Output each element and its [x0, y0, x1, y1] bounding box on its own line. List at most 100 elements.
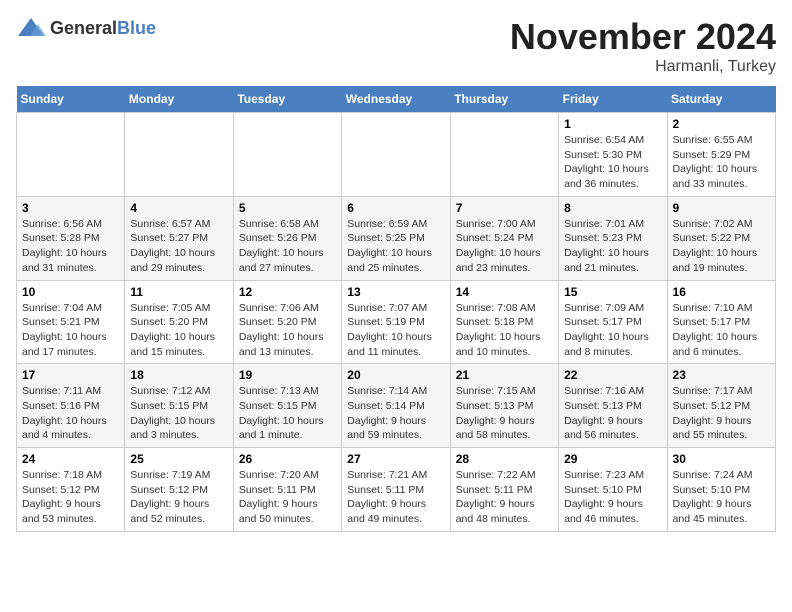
day-number: 30 [673, 452, 770, 466]
day-info: Sunrise: 7:15 AMSunset: 5:13 PMDaylight:… [456, 384, 553, 443]
day-number: 5 [239, 201, 336, 215]
day-cell: 5 Sunrise: 6:58 AMSunset: 5:26 PMDaylight… [233, 196, 341, 280]
day-cell: 3Sunrise: 6:56 AMSunset: 5:28 PMDaylight… [17, 196, 125, 280]
weekday-header-tuesday: Tuesday [233, 86, 341, 113]
day-cell: 20Sunrise: 7:14 AMSunset: 5:14 PMDayligh… [342, 364, 450, 448]
day-number: 29 [564, 452, 661, 466]
week-row-3: 10 Sunrise: 7:04 AMSunset: 5:21 PMDayligh… [17, 280, 776, 364]
day-number: 8 [564, 201, 661, 215]
day-info: Sunrise: 6:59 AMSunset: 5:25 PMDaylight:… [347, 217, 444, 276]
day-cell [342, 113, 450, 197]
day-cell: 8 Sunrise: 7:01 AMSunset: 5:23 PMDaylight… [559, 196, 667, 280]
day-cell: 30 Sunrise: 7:24 AMSunset: 5:10 PMDayligh… [667, 448, 775, 532]
day-cell: 15 Sunrise: 7:09 AMSunset: 5:17 PMDayligh… [559, 280, 667, 364]
day-info: Sunrise: 7:10 AMSunset: 5:17 PMDaylight:… [673, 301, 770, 360]
day-info: Sunrise: 7:14 AMSunset: 5:14 PMDaylight:… [347, 384, 444, 443]
day-info: Sunrise: 7:11 AMSunset: 5:16 PMDaylight:… [22, 384, 119, 443]
day-info: Sunrise: 7:19 AMSunset: 5:12 PMDaylight:… [130, 468, 227, 527]
day-cell: 19 Sunrise: 7:13 AMSunset: 5:15 PMDayligh… [233, 364, 341, 448]
day-info: Sunrise: 7:22 AMSunset: 5:11 PMDaylight:… [456, 468, 553, 527]
day-cell: 14 Sunrise: 7:08 AMSunset: 5:18 PMDayligh… [450, 280, 558, 364]
day-number: 10 [22, 285, 119, 299]
day-cell: 6 Sunrise: 6:59 AMSunset: 5:25 PMDaylight… [342, 196, 450, 280]
weekday-header-row: SundayMondayTuesdayWednesdayThursdayFrid… [17, 86, 776, 113]
day-cell: 29Sunrise: 7:23 AMSunset: 5:10 PMDayligh… [559, 448, 667, 532]
day-number: 28 [456, 452, 553, 466]
day-number: 19 [239, 368, 336, 382]
day-cell: 9 Sunrise: 7:02 AMSunset: 5:22 PMDaylight… [667, 196, 775, 280]
day-cell: 13Sunrise: 7:07 AMSunset: 5:19 PMDayligh… [342, 280, 450, 364]
logo: GeneralBlue [16, 16, 156, 40]
day-cell: 25Sunrise: 7:19 AMSunset: 5:12 PMDayligh… [125, 448, 233, 532]
day-number: 21 [456, 368, 553, 382]
location-title: Harmanli, Turkey [510, 58, 776, 76]
day-info: Sunrise: 7:09 AMSunset: 5:17 PMDaylight:… [564, 301, 661, 360]
day-info: Sunrise: 7:20 AMSunset: 5:11 PMDaylight:… [239, 468, 336, 527]
day-info: Sunrise: 7:08 AMSunset: 5:18 PMDaylight:… [456, 301, 553, 360]
day-info: Sunrise: 7:02 AMSunset: 5:22 PMDaylight:… [673, 217, 770, 276]
day-cell: 11Sunrise: 7:05 AMSunset: 5:20 PMDayligh… [125, 280, 233, 364]
day-cell: 16 Sunrise: 7:10 AMSunset: 5:17 PMDayligh… [667, 280, 775, 364]
day-cell: 18Sunrise: 7:12 AMSunset: 5:15 PMDayligh… [125, 364, 233, 448]
month-title: November 2024 [510, 16, 776, 58]
day-number: 2 [673, 117, 770, 131]
day-info: Sunrise: 7:17 AMSunset: 5:12 PMDaylight:… [673, 384, 770, 443]
day-info: Sunrise: 7:12 AMSunset: 5:15 PMDaylight:… [130, 384, 227, 443]
day-cell: 1 Sunrise: 6:54 AMSunset: 5:30 PMDaylight… [559, 113, 667, 197]
header: GeneralBlue November 2024 Harmanli, Turk… [16, 16, 776, 76]
day-info: Sunrise: 6:55 AMSunset: 5:29 PMDaylight:… [673, 133, 770, 192]
day-number: 1 [564, 117, 661, 131]
logo-general: GeneralBlue [50, 18, 156, 39]
weekday-header-monday: Monday [125, 86, 233, 113]
day-cell: 10 Sunrise: 7:04 AMSunset: 5:21 PMDayligh… [17, 280, 125, 364]
calendar-table: SundayMondayTuesdayWednesdayThursdayFrid… [16, 86, 776, 532]
day-info: Sunrise: 7:16 AMSunset: 5:13 PMDaylight:… [564, 384, 661, 443]
week-row-2: 3Sunrise: 6:56 AMSunset: 5:28 PMDaylight… [17, 196, 776, 280]
day-info: Sunrise: 7:01 AMSunset: 5:23 PMDaylight:… [564, 217, 661, 276]
week-row-1: 1 Sunrise: 6:54 AMSunset: 5:30 PMDaylight… [17, 113, 776, 197]
day-info: Sunrise: 7:04 AMSunset: 5:21 PMDaylight:… [22, 301, 119, 360]
day-cell [233, 113, 341, 197]
day-number: 13 [347, 285, 444, 299]
day-number: 17 [22, 368, 119, 382]
weekday-header-thursday: Thursday [450, 86, 558, 113]
day-number: 7 [456, 201, 553, 215]
day-cell: 4 Sunrise: 6:57 AMSunset: 5:27 PMDaylight… [125, 196, 233, 280]
day-info: Sunrise: 6:58 AMSunset: 5:26 PMDaylight:… [239, 217, 336, 276]
calendar-body: 1 Sunrise: 6:54 AMSunset: 5:30 PMDaylight… [17, 113, 776, 532]
day-info: Sunrise: 7:18 AMSunset: 5:12 PMDaylight:… [22, 468, 119, 527]
day-number: 14 [456, 285, 553, 299]
day-cell: 23 Sunrise: 7:17 AMSunset: 5:12 PMDayligh… [667, 364, 775, 448]
day-number: 6 [347, 201, 444, 215]
day-number: 4 [130, 201, 227, 215]
day-cell: 28 Sunrise: 7:22 AMSunset: 5:11 PMDayligh… [450, 448, 558, 532]
day-cell [450, 113, 558, 197]
day-info: Sunrise: 7:05 AMSunset: 5:20 PMDaylight:… [130, 301, 227, 360]
day-number: 22 [564, 368, 661, 382]
day-cell: 12 Sunrise: 7:06 AMSunset: 5:20 PMDayligh… [233, 280, 341, 364]
day-number: 9 [673, 201, 770, 215]
day-info: Sunrise: 6:57 AMSunset: 5:27 PMDaylight:… [130, 217, 227, 276]
day-info: Sunrise: 7:00 AMSunset: 5:24 PMDaylight:… [456, 217, 553, 276]
week-row-5: 24Sunrise: 7:18 AMSunset: 5:12 PMDayligh… [17, 448, 776, 532]
day-number: 16 [673, 285, 770, 299]
day-info: Sunrise: 7:24 AMSunset: 5:10 PMDaylight:… [673, 468, 770, 527]
day-number: 15 [564, 285, 661, 299]
day-cell: 22 Sunrise: 7:16 AMSunset: 5:13 PMDayligh… [559, 364, 667, 448]
day-cell: 26 Sunrise: 7:20 AMSunset: 5:11 PMDayligh… [233, 448, 341, 532]
day-cell [125, 113, 233, 197]
weekday-header-friday: Friday [559, 86, 667, 113]
day-info: Sunrise: 6:56 AMSunset: 5:28 PMDaylight:… [22, 217, 119, 276]
logo-icon [16, 16, 46, 40]
day-info: Sunrise: 7:06 AMSunset: 5:20 PMDaylight:… [239, 301, 336, 360]
day-info: Sunrise: 7:13 AMSunset: 5:15 PMDaylight:… [239, 384, 336, 443]
day-number: 23 [673, 368, 770, 382]
day-cell: 24Sunrise: 7:18 AMSunset: 5:12 PMDayligh… [17, 448, 125, 532]
weekday-header-sunday: Sunday [17, 86, 125, 113]
day-info: Sunrise: 6:54 AMSunset: 5:30 PMDaylight:… [564, 133, 661, 192]
day-cell: 2 Sunrise: 6:55 AMSunset: 5:29 PMDaylight… [667, 113, 775, 197]
day-number: 12 [239, 285, 336, 299]
day-number: 27 [347, 452, 444, 466]
day-number: 26 [239, 452, 336, 466]
day-cell: 17 Sunrise: 7:11 AMSunset: 5:16 PMDayligh… [17, 364, 125, 448]
